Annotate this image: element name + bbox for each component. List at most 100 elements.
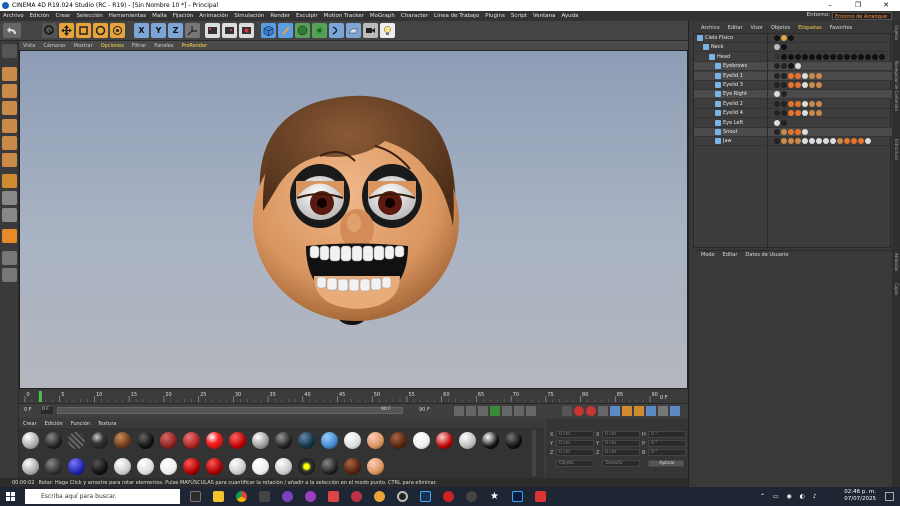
material-swatch[interactable] bbox=[367, 432, 384, 449]
object-tag-icon[interactable] bbox=[837, 53, 843, 60]
object-tag-icon[interactable] bbox=[781, 72, 787, 79]
material-swatch[interactable] bbox=[45, 458, 62, 475]
vp-menu-mostrar[interactable]: Mostrar bbox=[70, 43, 97, 49]
app-icon[interactable] bbox=[305, 491, 316, 502]
material-swatch[interactable] bbox=[436, 432, 453, 449]
object-tag-icon[interactable] bbox=[802, 53, 808, 60]
object-tag-icon[interactable] bbox=[795, 129, 801, 135]
pla-key-icon[interactable] bbox=[658, 406, 668, 416]
object-tag-icon[interactable] bbox=[858, 138, 864, 145]
recent-tools-icon[interactable] bbox=[110, 23, 125, 38]
object-tag-icon[interactable] bbox=[816, 82, 822, 88]
next-frame-icon[interactable] bbox=[502, 406, 512, 416]
minimize-button[interactable]: – bbox=[816, 0, 844, 11]
light-icon[interactable] bbox=[380, 23, 395, 38]
material-swatch[interactable] bbox=[275, 432, 292, 449]
object-tag-icon[interactable] bbox=[788, 100, 794, 107]
object-tag-icon[interactable] bbox=[865, 53, 871, 60]
object-tag-icon[interactable] bbox=[809, 110, 815, 117]
size-x-field[interactable]: 0 cm bbox=[602, 431, 640, 438]
axis-mode-icon[interactable] bbox=[2, 174, 17, 188]
object-tag-icon[interactable] bbox=[809, 100, 815, 107]
material-swatch[interactable] bbox=[45, 432, 62, 449]
material-swatch[interactable] bbox=[344, 458, 361, 475]
go-to-end-icon[interactable] bbox=[526, 406, 536, 416]
object-tag-icon[interactable] bbox=[774, 100, 780, 107]
vp-menu-paneles[interactable]: Paneles bbox=[150, 43, 177, 49]
object-tag-icon[interactable] bbox=[816, 53, 822, 60]
locked-workplane-icon[interactable] bbox=[2, 229, 17, 243]
coord-system-select[interactable]: Objeto bbox=[556, 460, 594, 467]
menu-edicion[interactable]: Edición bbox=[27, 13, 53, 19]
camera-icon[interactable] bbox=[363, 23, 378, 38]
object-tag-icon[interactable] bbox=[795, 100, 801, 107]
next-key-icon[interactable] bbox=[514, 406, 524, 416]
playhead[interactable] bbox=[38, 391, 42, 402]
object-tag-icon[interactable] bbox=[781, 63, 787, 70]
task-view-icon[interactable] bbox=[190, 491, 201, 502]
material-swatch[interactable] bbox=[206, 458, 223, 475]
cinema4d-taskbar-icon[interactable] bbox=[397, 491, 408, 502]
object-tag-icon[interactable] bbox=[823, 53, 829, 60]
size-y-field[interactable]: 0 cm bbox=[602, 440, 640, 447]
menu-linea-de-trabajo[interactable]: Línea de Trabajo bbox=[431, 13, 482, 19]
render-picture-viewer-icon[interactable] bbox=[222, 23, 237, 38]
object-tag-icon[interactable] bbox=[788, 63, 794, 70]
menu-herramientas[interactable]: Herramientas bbox=[106, 13, 149, 19]
attr-menu-datos-de-usuario[interactable]: Datos de Usuario bbox=[741, 252, 792, 258]
cube-primitive-icon[interactable] bbox=[261, 23, 276, 38]
object-tag-icon[interactable] bbox=[872, 53, 878, 60]
object-tag-icon[interactable] bbox=[809, 82, 815, 88]
object-tag-icon[interactable] bbox=[774, 138, 780, 145]
object-tag-icon[interactable] bbox=[795, 72, 801, 79]
vp-menu-opciones[interactable]: Opciones bbox=[97, 43, 128, 49]
file-explorer-icon[interactable] bbox=[213, 491, 224, 502]
object-tag-icon[interactable] bbox=[858, 53, 864, 60]
autokey-icon[interactable] bbox=[586, 406, 596, 416]
menu-script[interactable]: Script bbox=[508, 13, 530, 19]
material-swatch[interactable] bbox=[298, 432, 315, 449]
object-row[interactable]: Eyelid 3 bbox=[694, 81, 892, 90]
rotate-tool-icon[interactable] bbox=[93, 23, 108, 38]
deformer-icon[interactable] bbox=[329, 23, 344, 38]
menu-archivo[interactable]: Archivo bbox=[0, 13, 27, 19]
object-tag-icon[interactable] bbox=[795, 110, 801, 117]
tweak-mode-icon[interactable] bbox=[2, 191, 17, 205]
object-tag-icon[interactable] bbox=[809, 53, 815, 60]
object-tag-icon[interactable] bbox=[788, 82, 794, 88]
scale-tool-icon[interactable] bbox=[76, 23, 91, 38]
prev-key-icon[interactable] bbox=[466, 406, 476, 416]
texture-mode-icon[interactable] bbox=[2, 84, 17, 98]
points-mode-icon[interactable] bbox=[2, 119, 17, 133]
material-swatch[interactable] bbox=[91, 458, 108, 475]
position-z-field[interactable]: 0 cm bbox=[556, 449, 594, 456]
material-swatch[interactable] bbox=[229, 432, 246, 449]
taskbar-search-box[interactable]: Escriba aquí para buscar. bbox=[25, 489, 180, 504]
object-tag-icon[interactable] bbox=[830, 138, 836, 145]
app-icon[interactable] bbox=[259, 491, 270, 502]
object-tag-icon[interactable] bbox=[816, 138, 822, 145]
snap-icon[interactable] bbox=[2, 208, 17, 222]
obj-menu-etiquetas[interactable]: Etiquetas bbox=[794, 25, 826, 31]
record-position-icon[interactable] bbox=[562, 406, 572, 416]
mat-menu-textura[interactable]: Textura bbox=[94, 421, 120, 427]
object-row[interactable]: Eyelid 2 bbox=[694, 100, 892, 109]
side-tab-objetos[interactable]: Objetos bbox=[893, 25, 899, 40]
range-slider[interactable] bbox=[57, 407, 403, 414]
vp-menu-vista[interactable]: Vista bbox=[19, 43, 39, 49]
menu-plugins[interactable]: Plugins bbox=[482, 13, 508, 19]
menu-animacion[interactable]: Animación bbox=[196, 13, 231, 19]
object-tag-icon[interactable] bbox=[795, 82, 801, 88]
material-swatch[interactable] bbox=[459, 432, 476, 449]
object-tag-icon[interactable] bbox=[879, 53, 885, 60]
object-row[interactable]: Cielo Físico bbox=[694, 34, 892, 43]
current-frame-field[interactable]: 0 F bbox=[24, 407, 32, 413]
material-swatch[interactable] bbox=[390, 432, 407, 449]
object-row[interactable]: Eyebrows bbox=[694, 62, 892, 72]
object-tag-icon[interactable] bbox=[774, 63, 780, 70]
blender-icon[interactable] bbox=[374, 491, 385, 502]
menu-character[interactable]: Character bbox=[398, 13, 431, 19]
menu-crear[interactable]: Crear bbox=[52, 13, 73, 19]
object-tag-icon[interactable] bbox=[781, 44, 787, 51]
object-tag-icon[interactable] bbox=[809, 72, 815, 79]
